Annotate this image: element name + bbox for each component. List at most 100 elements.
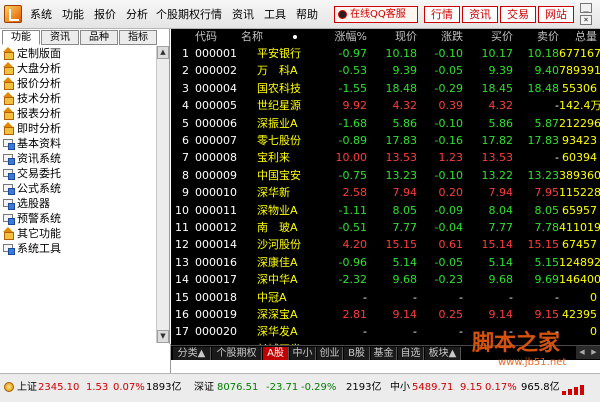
market-button[interactable]: 行情 (424, 6, 460, 23)
stock-name: 深物业A (257, 203, 298, 217)
trade-button[interactable]: 交易 (500, 6, 536, 23)
close-icon[interactable]: × (580, 15, 592, 25)
home-icon (2, 62, 14, 75)
sz-label[interactable]: 深证 (194, 381, 214, 395)
nav-tab-indicator[interactable]: 指标 (119, 30, 157, 45)
table-row[interactable]: 8 000009 中国宝安 -0.75 13.23 -0.10 13.22 13.23 3893… (171, 167, 600, 185)
tab-scroll-right-icon[interactable]: ▶ (588, 346, 600, 359)
market-tab[interactable]: 自选 (398, 347, 424, 360)
market-tab[interactable]: 板块▲ (425, 347, 461, 360)
header-bid[interactable]: 买价 (467, 29, 513, 45)
zx-change: 9.15 (460, 382, 483, 393)
stock-name: 深康佳A (257, 255, 298, 269)
row-index: 6 (182, 134, 189, 147)
news-button[interactable]: 资讯 (462, 6, 498, 23)
menu-bar: 系统 功能 报价 分析 个股期权行情 资讯 工具 帮助 在线QQ客服 行情 资讯… (0, 0, 600, 29)
table-row[interactable]: 12 000014 沙河股份 4.20 15.15 0.61 15.14 15.15 67457 (171, 236, 600, 254)
home-icon (2, 107, 14, 120)
market-tab[interactable]: B股 (344, 347, 370, 360)
tab-scroll-left-icon[interactable]: ◀ (576, 346, 588, 359)
nav-item[interactable]: 系统工具 (0, 241, 156, 256)
stock-code: 000012 (195, 221, 237, 234)
market-tab[interactable]: 分类▲ (173, 347, 211, 360)
nav-item[interactable]: 基本资料 (0, 136, 156, 151)
menu-options[interactable]: 个股期权行情 (156, 7, 222, 22)
table-row[interactable]: 7 000008 宝利来 10.00 13.53 1.23 13.53 -60394 (171, 149, 600, 167)
ask-price: 13.23 (527, 168, 560, 182)
nav-item[interactable]: 即时分析 (0, 121, 156, 136)
nav-item[interactable]: 交易委托 (0, 166, 156, 181)
nav-tab-news[interactable]: 资讯 (41, 30, 79, 45)
table-row[interactable]: 9 000010 深华新 2.58 7.94 0.20 7.94 7.95 115228 (171, 184, 600, 202)
header-volume[interactable]: 总量 (559, 29, 597, 45)
home-icon (2, 47, 14, 60)
table-row[interactable]: 11 000012 南 玻A -0.51 7.77 -0.04 7.77 7.78 411019 (171, 219, 600, 237)
row-index: 5 (182, 116, 189, 130)
menu-tools[interactable]: 工具 (264, 7, 286, 22)
total-volume: 42395 (562, 308, 597, 321)
header-pct[interactable]: 涨幅% (321, 29, 367, 45)
nav-tab-variety[interactable]: 品种 (80, 30, 118, 45)
table-row[interactable]: 14 000017 深中华A -2.32 9.68 -0.23 9.68 9.69 146400 (171, 271, 600, 289)
table-row[interactable]: 17 000020 深华发A - - - - - 0 (171, 323, 600, 341)
current-price: 9.14 (392, 308, 418, 321)
website-button[interactable]: 网站 (538, 6, 574, 23)
sh-label[interactable]: 上证 (17, 381, 37, 395)
price-change: - (459, 325, 463, 339)
table-row[interactable]: 1 000001 平安银行 -0.97 10.18 -0.10 10.17 10.18 6771… (171, 45, 600, 63)
scroll-up-icon[interactable]: ▲ (157, 46, 169, 59)
menu-analysis[interactable]: 分析 (126, 7, 148, 22)
header-price[interactable]: 现价 (371, 29, 417, 45)
price-change: 0.20 (438, 186, 464, 200)
table-row[interactable]: 3 000004 国农科技 -1.55 18.48 -0.29 18.45 18.48 5530… (171, 80, 600, 98)
nav-item[interactable]: 其它功能 (0, 226, 156, 241)
app-logo-icon[interactable] (4, 5, 22, 23)
price-change: -0.10 (434, 168, 463, 182)
market-tab[interactable]: 创业 (317, 347, 343, 360)
market-tab[interactable]: 基金 (371, 347, 397, 360)
stock-name: 深华发A (257, 325, 298, 339)
minimize-icon[interactable]: _ (580, 3, 592, 13)
nav-item[interactable]: 预警系统 (0, 211, 156, 226)
bid-price: 5.14 (488, 255, 514, 269)
menu-news[interactable]: 资讯 (232, 7, 254, 22)
change-percent: 10.00 (335, 151, 368, 165)
nav-tab-function[interactable]: 功能 (2, 30, 40, 45)
nav-item[interactable]: 选股器 (0, 196, 156, 211)
table-row[interactable]: 6 000007 零七股份 -0.89 17.83 -0.16 17.82 17.83 9342… (171, 132, 600, 150)
nav-item[interactable]: 技术分析 (0, 91, 156, 106)
table-row[interactable]: 10 000011 深物业A -1.11 8.05 -0.09 8.04 8.05 65957 (171, 202, 600, 220)
nav-item[interactable]: 公式系统 (0, 181, 156, 196)
header-ask[interactable]: 卖价 (517, 29, 559, 45)
table-row[interactable]: 4 000005 世纪星源 9.92 4.32 0.39 4.32 -142.4万 (171, 97, 600, 115)
market-tab[interactable]: 中小 (290, 347, 316, 360)
table-row[interactable]: 5 000006 深振业A -1.68 5.86 -0.10 5.86 5.87 212296 (171, 115, 600, 133)
nav-item[interactable]: 定制版面 (0, 46, 156, 61)
nav-item[interactable]: 资讯系统 (0, 151, 156, 166)
nav-item[interactable]: 报价分析 (0, 76, 156, 91)
nav-item[interactable]: 大盘分析 (0, 61, 156, 76)
home-icon (2, 122, 14, 135)
bid-price: 8.04 (488, 203, 514, 217)
table-row[interactable]: 13 000016 深康佳A -0.96 5.14 -0.05 5.14 5.15 124892 (171, 254, 600, 272)
scroll-down-icon[interactable]: ▼ (157, 330, 169, 343)
nav-scrollbar[interactable]: ▲ ▼ (156, 46, 169, 343)
table-row[interactable]: 15 000018 中冠A - - - - - 0 (171, 289, 600, 307)
zx-label[interactable]: 中小 (390, 381, 410, 395)
change-percent: 2.81 (342, 308, 368, 321)
table-row[interactable]: 2 000002 万 科A -0.53 9.39 -0.05 9.39 9.40 789391 (171, 62, 600, 80)
qq-service-button[interactable]: 在线QQ客服 (334, 6, 418, 23)
qq-icon (338, 10, 347, 19)
connection-signal-icon[interactable] (560, 381, 594, 395)
menu-system[interactable]: 系统 (30, 7, 52, 22)
menu-help[interactable]: 帮助 (296, 7, 318, 22)
nav-item[interactable]: 报表分析 (0, 106, 156, 121)
header-chg[interactable]: 涨跌 (421, 29, 463, 45)
table-row[interactable]: 16 000019 深深宝A 2.81 9.14 0.25 9.14 9.15 42395 (171, 306, 600, 324)
stock-code: 000007 (195, 134, 237, 147)
menu-quote[interactable]: 报价 (94, 7, 116, 22)
market-tab[interactable]: 个股期权 (212, 347, 262, 360)
menu-function[interactable]: 功能 (62, 7, 84, 22)
change-percent: -1.68 (338, 116, 367, 130)
market-tab[interactable]: A股 (263, 347, 289, 360)
